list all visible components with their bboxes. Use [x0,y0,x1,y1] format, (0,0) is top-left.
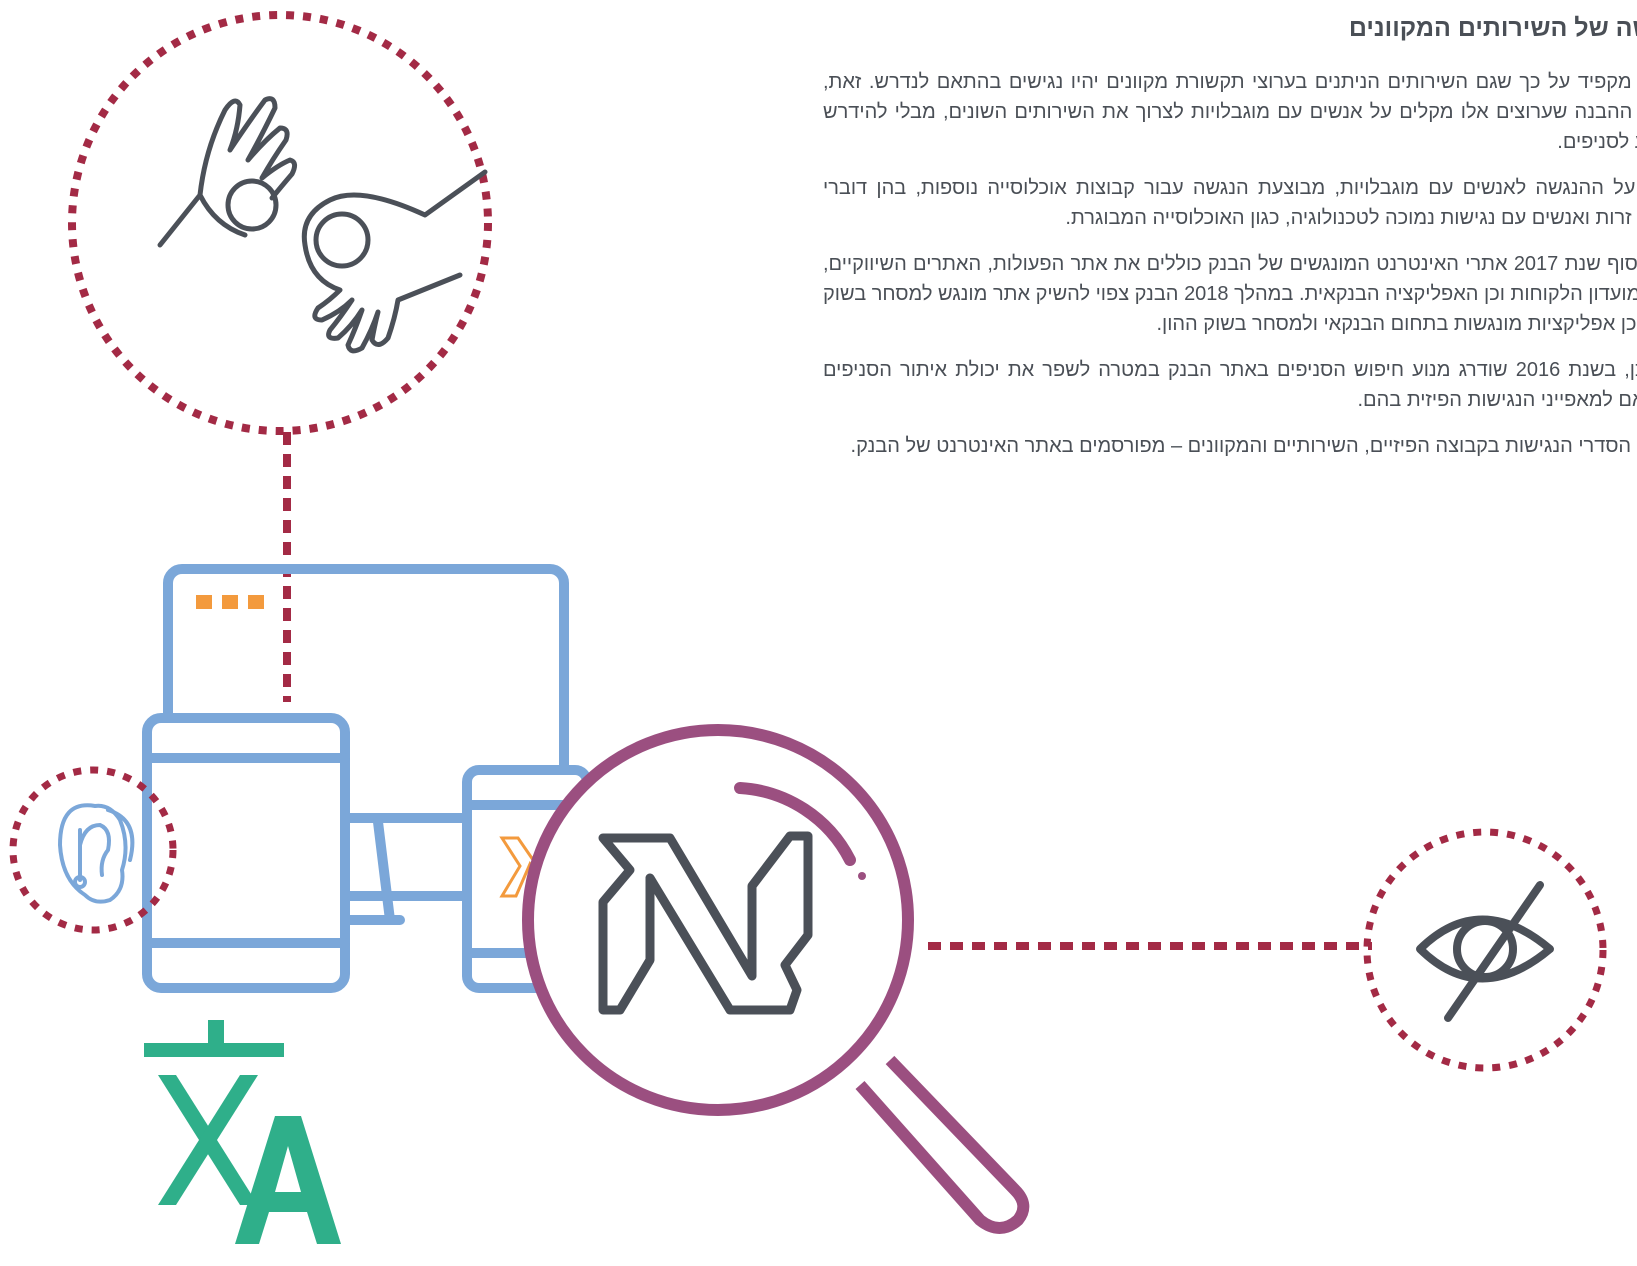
hearing-aid-icon [57,803,135,904]
section-title: נגישה של השירותים המקוונים [1348,14,1637,42]
paragraph-accessibility-details: פירוט הסדרי הנגישות בקבוצה הפיזיים, השיר… [850,434,1637,457]
hidden-eye-circle [1363,828,1607,1072]
magnifier-icon [522,724,1030,1234]
orange-window-dots [196,595,264,609]
paragraph-online-services: הבנק מקפיד על כך שגם השירותים הניתנים בע… [823,70,1637,153]
paragraph-accessible-websites: נכון לסוף שנת 2017 אתרי האינטרנט המונגשי… [823,252,1637,335]
translate-icon [144,1020,341,1244]
paragraph-other-populations: נוסף על ההנגשה לאנשים עם מוגבלויות, מבוצ… [823,176,1637,229]
paragraph-branch-search: כמו כן, בשנת 2016 שודרג מנוע חיפוש הסניפ… [823,358,1637,411]
sign-language-icon [157,96,488,354]
text-section: נגישה של השירותים המקוונים הבנק מקפיד על… [790,0,1637,720]
sign-language-circle [68,11,492,435]
hidden-eye-icon [1416,881,1554,1022]
devices-icon [142,564,592,993]
